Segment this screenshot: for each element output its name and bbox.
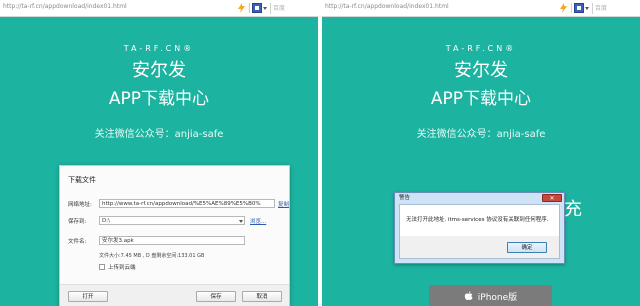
copy-link[interactable]: 复制 — [278, 200, 289, 208]
save-button[interactable]: 保存 — [196, 291, 236, 302]
dropdown-arrow-icon[interactable] — [239, 220, 243, 223]
lightning-icon[interactable] — [235, 2, 247, 14]
ok-button[interactable]: 确定 — [507, 242, 547, 253]
toolbar-separator — [249, 3, 250, 13]
address-bar-tools: 百度 — [235, 2, 318, 14]
address-bar-tools: 百度 — [557, 2, 640, 14]
save-to-label: 保存到: — [68, 219, 87, 225]
partially-hidden-text: 充 — [564, 199, 582, 220]
wechat-follow-text: 关注微信公众号：anjia-safe — [94, 129, 224, 140]
upload-cloud-option[interactable]: 上传到云端 — [99, 263, 136, 271]
iphone-download-button[interactable]: iPhone版 — [429, 285, 552, 306]
search-input[interactable]: 百度 — [592, 2, 640, 14]
warning-message: 无法打开此地址. itms-services 协议没有关联到任何程序. — [406, 217, 549, 223]
upload-cloud-label: 上传到云端 — [108, 265, 136, 271]
page-subtitle: APP下载中心 — [108, 89, 210, 109]
apple-icon — [464, 290, 473, 300]
toolbar-separator — [571, 3, 572, 13]
brand-logo-text: TA-RF.CN® — [445, 44, 517, 53]
dialog-title: 下载文件 — [68, 176, 96, 184]
page-title: 安尔发 — [454, 60, 508, 81]
upload-cloud-checkbox[interactable] — [99, 264, 105, 270]
browse-link[interactable]: 浏览... — [250, 217, 266, 225]
open-button[interactable]: 打开 — [68, 291, 108, 302]
save-to-value: D:\ — [102, 218, 110, 224]
left-browser-window: http://ta-rf.cn/appdownload/index01.html… — [0, 0, 318, 306]
url-field[interactable]: http://www.ta-rf.cn/appdownload/%E5%AE%8… — [99, 199, 275, 208]
cancel-button[interactable]: 取消 — [242, 291, 282, 302]
warning-dialog-title: 警告 — [399, 195, 411, 201]
url-label: 网络地址: — [68, 202, 92, 208]
address-bar[interactable]: http://ta-rf.cn/appdownload/index01.html… — [322, 0, 640, 17]
warning-dialog-footer: 确定 — [400, 236, 559, 258]
brand-logo-text: TA-RF.CN® — [123, 44, 195, 53]
url-text[interactable]: http://ta-rf.cn/appdownload/index01.html — [3, 3, 127, 10]
dialog-footer: 打开 保存 取消 — [60, 284, 289, 306]
save-to-select[interactable]: D:\ — [99, 216, 245, 225]
iphone-button-label: iPhone版 — [477, 292, 518, 303]
warning-dialog: 警告 ✕ 无法打开此地址. itms-services 协议没有关联到任何程序.… — [394, 192, 565, 264]
address-bar[interactable]: http://ta-rf.cn/appdownload/index01.html… — [0, 0, 318, 17]
right-browser-window: http://ta-rf.cn/appdownload/index01.html… — [322, 0, 640, 306]
download-file-dialog: 下载文件 网络地址: http://www.ta-rf.cn/appdownlo… — [59, 165, 290, 306]
wechat-follow-text: 关注微信公众号：anjia-safe — [416, 129, 546, 140]
filename-label: 文件名: — [68, 239, 87, 245]
url-text[interactable]: http://ta-rf.cn/appdownload/index01.html — [325, 3, 449, 10]
close-icon[interactable]: ✕ — [542, 194, 562, 202]
page-content: TA-RF.CN® 安尔发 APP下载中心 关注微信公众号：anjia-safe… — [0, 17, 318, 306]
search-engine-icon[interactable] — [252, 3, 268, 14]
warning-dialog-body: 无法打开此地址. itms-services 协议没有关联到任何程序. 确定 — [399, 204, 560, 259]
file-size-info: 文件大小:7.45 MB , D 盘剩余空间:133.01 GB — [99, 253, 205, 259]
page-subtitle: APP下载中心 — [430, 89, 532, 109]
lightning-icon[interactable] — [557, 2, 569, 14]
filename-field[interactable]: 安尔发3.apk — [99, 236, 245, 245]
search-input[interactable]: 百度 — [270, 2, 318, 14]
search-engine-icon[interactable] — [574, 3, 590, 14]
page-title: 安尔发 — [132, 60, 186, 81]
page-content: TA-RF.CN® 安尔发 APP下载中心 关注微信公众号：anjia-safe… — [322, 17, 640, 306]
